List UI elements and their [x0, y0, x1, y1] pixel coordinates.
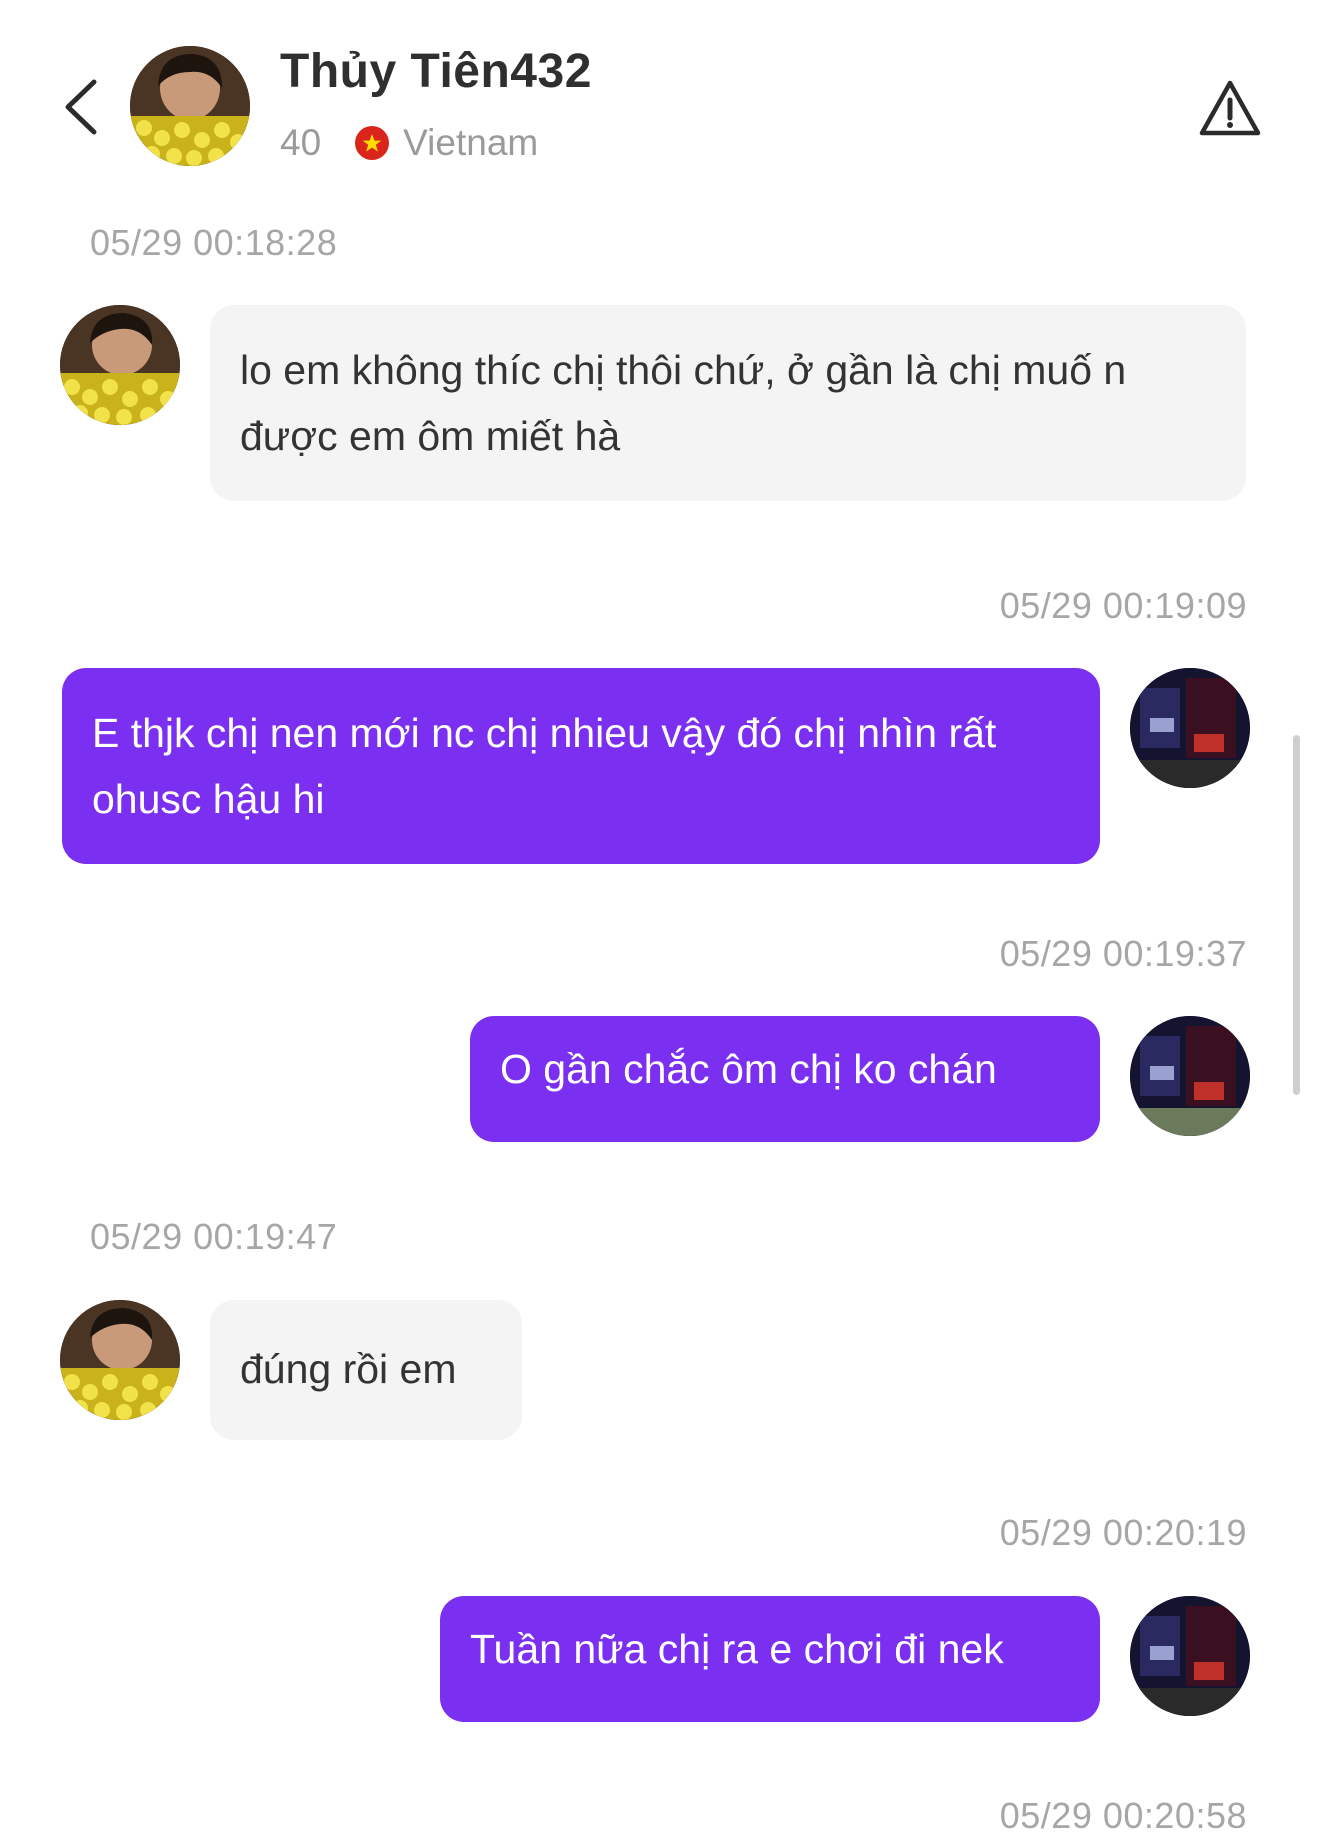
incoming-message-bubble[interactable]: lo em không thíc chị thôi chứ, ở gần là …	[210, 305, 1246, 501]
message-timestamp: 05/29 00:20:58	[999, 1795, 1247, 1836]
contact-age: 40	[280, 122, 322, 163]
contact-meta: 40 Vietnam	[280, 122, 538, 164]
message-timestamp: 05/29 00:19:09	[999, 585, 1247, 626]
back-button[interactable]	[56, 72, 116, 142]
contact-country: Vietnam	[403, 122, 539, 163]
outgoing-message-bubble[interactable]: Tuần nữa chị ra e chơi đi nek	[440, 1596, 1100, 1722]
message-timestamp: 05/29 00:19:47	[90, 1216, 338, 1257]
message-timestamp: 05/29 00:20:19	[999, 1512, 1247, 1553]
report-button[interactable]	[1198, 78, 1262, 138]
contact-message-avatar[interactable]	[60, 1300, 180, 1420]
contact-avatar[interactable]	[130, 46, 250, 166]
outgoing-message-bubble[interactable]: O gần chắc ôm chị ko chán	[470, 1016, 1100, 1142]
warning-triangle-icon	[1199, 80, 1261, 136]
incoming-message-bubble[interactable]: đúng rồi em	[210, 1300, 522, 1440]
contact-message-avatar[interactable]	[60, 305, 180, 425]
my-avatar[interactable]	[1130, 1016, 1250, 1136]
chat-header: Thủy Tiên432 40 Vietnam	[0, 0, 1320, 190]
outgoing-message-bubble[interactable]: E thjk chị nen mới nc chị nhieu vậy đó c…	[62, 668, 1100, 864]
chevron-left-icon	[65, 79, 97, 135]
my-avatar[interactable]	[1130, 1596, 1250, 1716]
contact-name: Thủy Tiên432	[280, 45, 592, 98]
chat-scrollbar[interactable]	[1293, 735, 1300, 1095]
vietnam-flag-icon	[355, 126, 390, 160]
message-timestamp: 05/29 00:18:28	[90, 222, 338, 263]
message-timestamp: 05/29 00:19:37	[999, 933, 1247, 974]
my-avatar[interactable]	[1130, 668, 1250, 788]
